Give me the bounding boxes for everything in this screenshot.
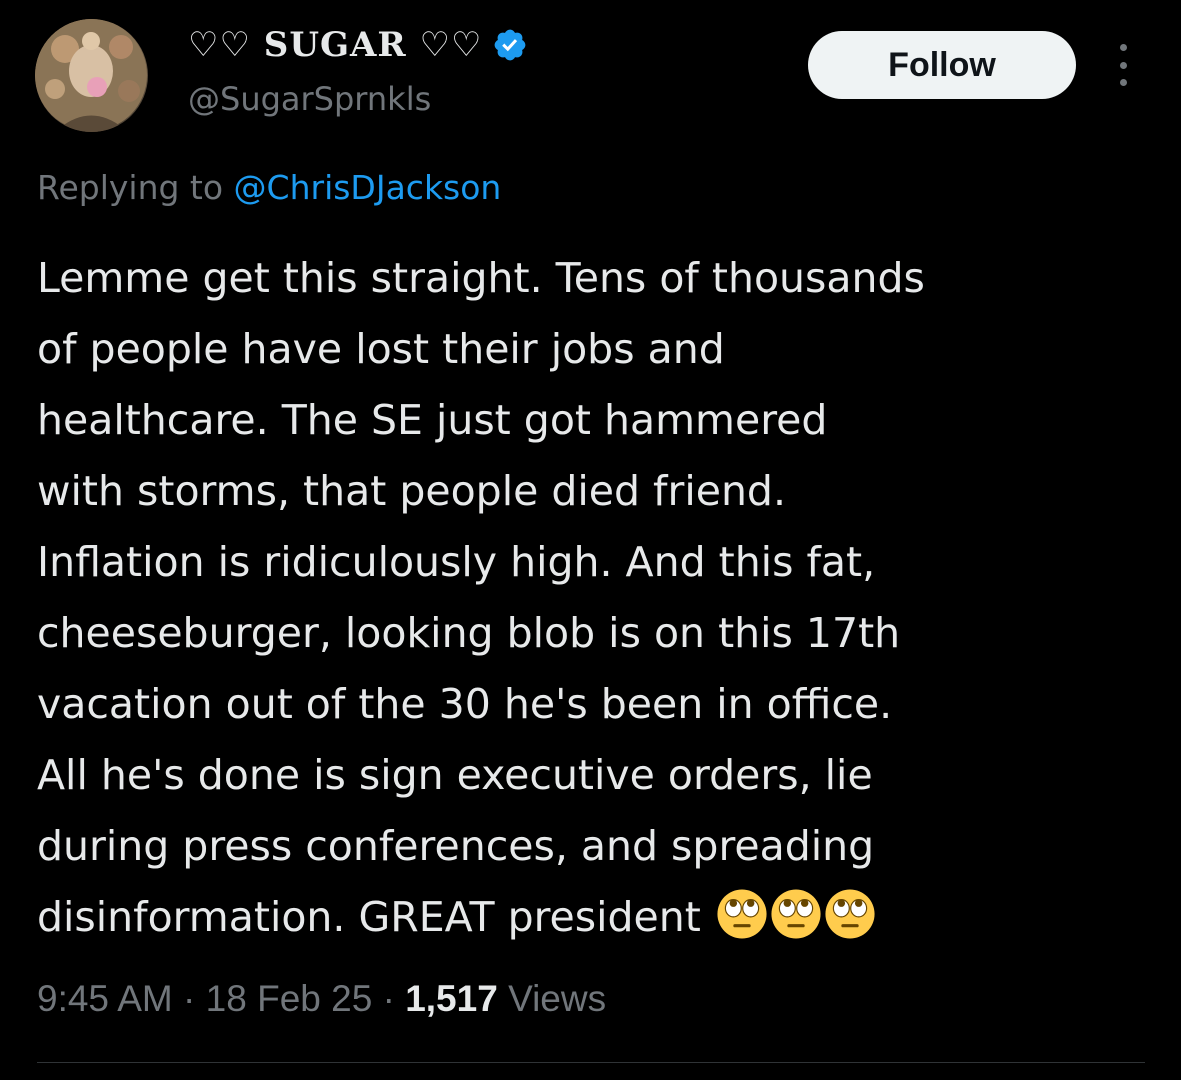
meta-separator: · bbox=[172, 978, 206, 1019]
display-name[interactable]: ♡♡ SUGAR ♡♡ bbox=[188, 25, 482, 65]
tweet: ♡♡ SUGAR ♡♡ @SugarSprnkls Follow Replyin… bbox=[0, 0, 1181, 1080]
more-dot bbox=[1119, 79, 1127, 86]
face-with-rolling-eyes-icon bbox=[771, 889, 821, 939]
tweet-line: with storms, that people died friend. bbox=[37, 467, 786, 515]
tweet-line: of people have lost their jobs and bbox=[37, 325, 725, 373]
tweet-line: Inflation is ridiculously high. And this… bbox=[37, 538, 876, 586]
tweet-time[interactable]: 9:45 AM bbox=[37, 978, 173, 1019]
face-with-rolling-eyes-icon bbox=[717, 889, 767, 939]
tweet-line: vacation out of the 30 he's been in offi… bbox=[37, 680, 893, 728]
replying-to: Replying to @ChrisDJackson bbox=[37, 168, 501, 207]
tweet-line: All he's done is sign executive orders, … bbox=[37, 751, 873, 799]
views-count[interactable]: 1,517 bbox=[405, 978, 498, 1019]
tweet-line: cheeseburger, looking blob is on this 17… bbox=[37, 609, 901, 657]
tweet-meta: 9:45 AM · 18 Feb 25 · 1,517 Views bbox=[37, 978, 606, 1020]
views-label: Views bbox=[508, 978, 607, 1019]
divider bbox=[37, 1062, 1145, 1063]
tweet-date[interactable]: 18 Feb 25 bbox=[206, 978, 373, 1019]
tweet-line: during press conferences, and spreading bbox=[37, 822, 875, 870]
replying-prefix: Replying to bbox=[37, 168, 234, 207]
verified-badge-icon bbox=[495, 29, 526, 61]
avatar-image bbox=[35, 19, 147, 132]
tweet-line-last: disinformation. GREAT president bbox=[37, 882, 1147, 953]
tweet-line: healthcare. The SE just got hammered bbox=[37, 396, 828, 444]
tweet-text: Lemme get this straight. Tens of thousan… bbox=[37, 243, 1147, 953]
face-with-rolling-eyes-icon bbox=[825, 889, 875, 939]
tweet-line: disinformation. GREAT president bbox=[37, 893, 701, 941]
avatar[interactable] bbox=[35, 19, 148, 132]
more-options-icon[interactable] bbox=[1108, 44, 1138, 86]
more-dot bbox=[1119, 61, 1127, 69]
reply-mention-link[interactable]: @ChrisDJackson bbox=[234, 168, 502, 207]
tweet-line: Lemme get this straight. Tens of thousan… bbox=[37, 254, 925, 302]
more-dot bbox=[1119, 44, 1127, 51]
author-handle[interactable]: @SugarSprnkls bbox=[188, 80, 431, 118]
meta-separator: · bbox=[372, 978, 406, 1019]
author-name-row[interactable]: ♡♡ SUGAR ♡♡ bbox=[188, 22, 528, 68]
follow-button[interactable]: Follow bbox=[808, 31, 1076, 99]
